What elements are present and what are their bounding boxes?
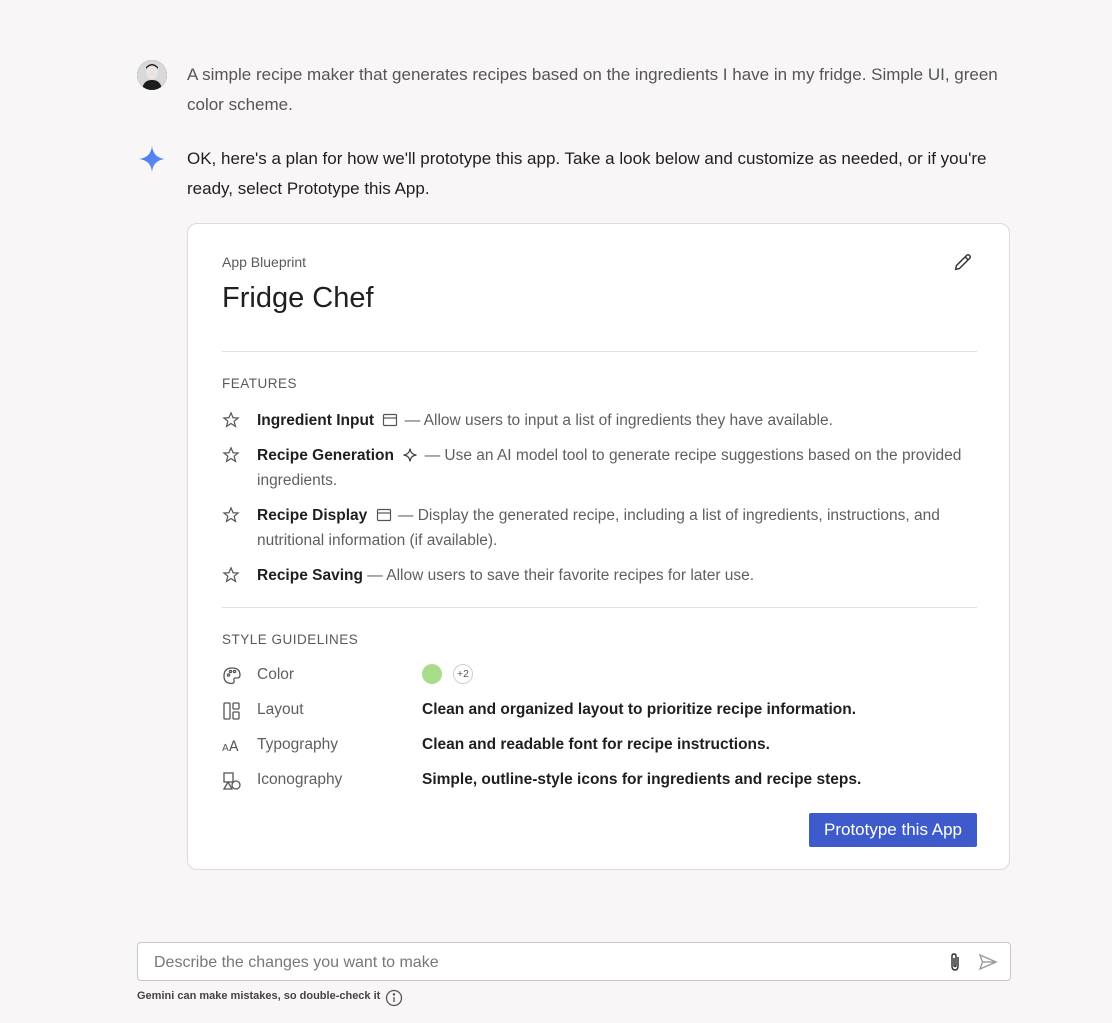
composer	[137, 942, 1011, 981]
blueprint-title: Fridge Chef	[222, 282, 374, 314]
style-value: Simple, outline-style icons for ingredie…	[422, 771, 862, 788]
style-row-layout: Layout Clean and organized layout to pri…	[222, 699, 982, 725]
prototype-app-button[interactable]: Prototype this App	[809, 813, 977, 847]
feature-name: Recipe Saving	[257, 567, 363, 584]
ai-message-text: OK, here's a plan for how we'll prototyp…	[187, 149, 987, 198]
changes-input[interactable]	[152, 951, 936, 975]
style-row-iconography: Iconography Simple, outline-style icons …	[222, 769, 982, 795]
feature-name: Recipe Generation	[257, 447, 394, 464]
attach-paperclip-icon[interactable]	[946, 952, 964, 972]
feature-description: — Allow users to save their favorite rec…	[362, 567, 755, 584]
style-label: Typography	[257, 736, 338, 753]
divider	[222, 351, 977, 352]
typography-icon: A A	[222, 739, 239, 755]
style-label: Layout	[257, 701, 304, 718]
star-icon	[222, 411, 240, 428]
style-row-typography: A A Typography Clean and readable font f…	[222, 734, 982, 760]
feature-item: Recipe Generation — Use an AI model tool…	[222, 443, 982, 493]
star-icon	[222, 446, 240, 463]
svg-text:A: A	[222, 743, 229, 754]
app-blueprint-card: App Blueprint Fridge Chef FEATURES Ingre…	[187, 223, 1010, 870]
edit-pencil-icon[interactable]	[952, 251, 974, 273]
color-swatch[interactable]	[422, 664, 442, 684]
style-label: Iconography	[257, 771, 343, 788]
style-label: Color	[257, 666, 295, 683]
style-guidelines-label: STYLE GUIDELINES	[222, 632, 359, 647]
feature-name: Ingredient Input	[257, 412, 375, 429]
ai-message: OK, here's a plan for how we'll prototyp…	[137, 144, 1017, 204]
user-avatar	[137, 60, 167, 90]
style-value: Clean and readable font for recipe instr…	[422, 736, 770, 753]
star-icon	[222, 506, 240, 523]
window-icon	[376, 508, 391, 522]
features-label: FEATURES	[222, 376, 298, 391]
disclaimer-text: Gemini can make mistakes, so double-chec…	[137, 990, 381, 1002]
divider	[222, 607, 977, 608]
more-colors-chip[interactable]: +2	[453, 664, 473, 684]
feature-item: Ingredient Input — Allow users to input …	[222, 408, 982, 434]
user-message-text: A simple recipe maker that generates rec…	[187, 65, 998, 114]
feature-item: Recipe Saving — Allow users to save thei…	[222, 563, 982, 589]
info-icon[interactable]	[385, 989, 403, 1007]
user-message: A simple recipe maker that generates rec…	[137, 60, 1017, 120]
style-value: Clean and organized layout to prioritize…	[422, 701, 857, 718]
svg-text:A: A	[229, 739, 239, 755]
feature-item: Recipe Display — Display the generated r…	[222, 503, 982, 553]
palette-icon	[223, 667, 241, 685]
feature-name: Recipe Display	[257, 507, 368, 524]
shapes-icon	[222, 772, 241, 790]
send-icon[interactable]	[978, 952, 998, 972]
gemini-sparkle-icon	[139, 146, 165, 172]
feature-description: — Allow users to input a list of ingredi…	[404, 412, 833, 429]
star-icon	[222, 566, 240, 583]
layout-icon	[223, 702, 240, 720]
sparkle-icon	[403, 448, 417, 462]
window-icon	[383, 413, 398, 427]
style-row-color: Color +2	[222, 664, 982, 690]
blueprint-eyebrow: App Blueprint	[222, 254, 307, 270]
